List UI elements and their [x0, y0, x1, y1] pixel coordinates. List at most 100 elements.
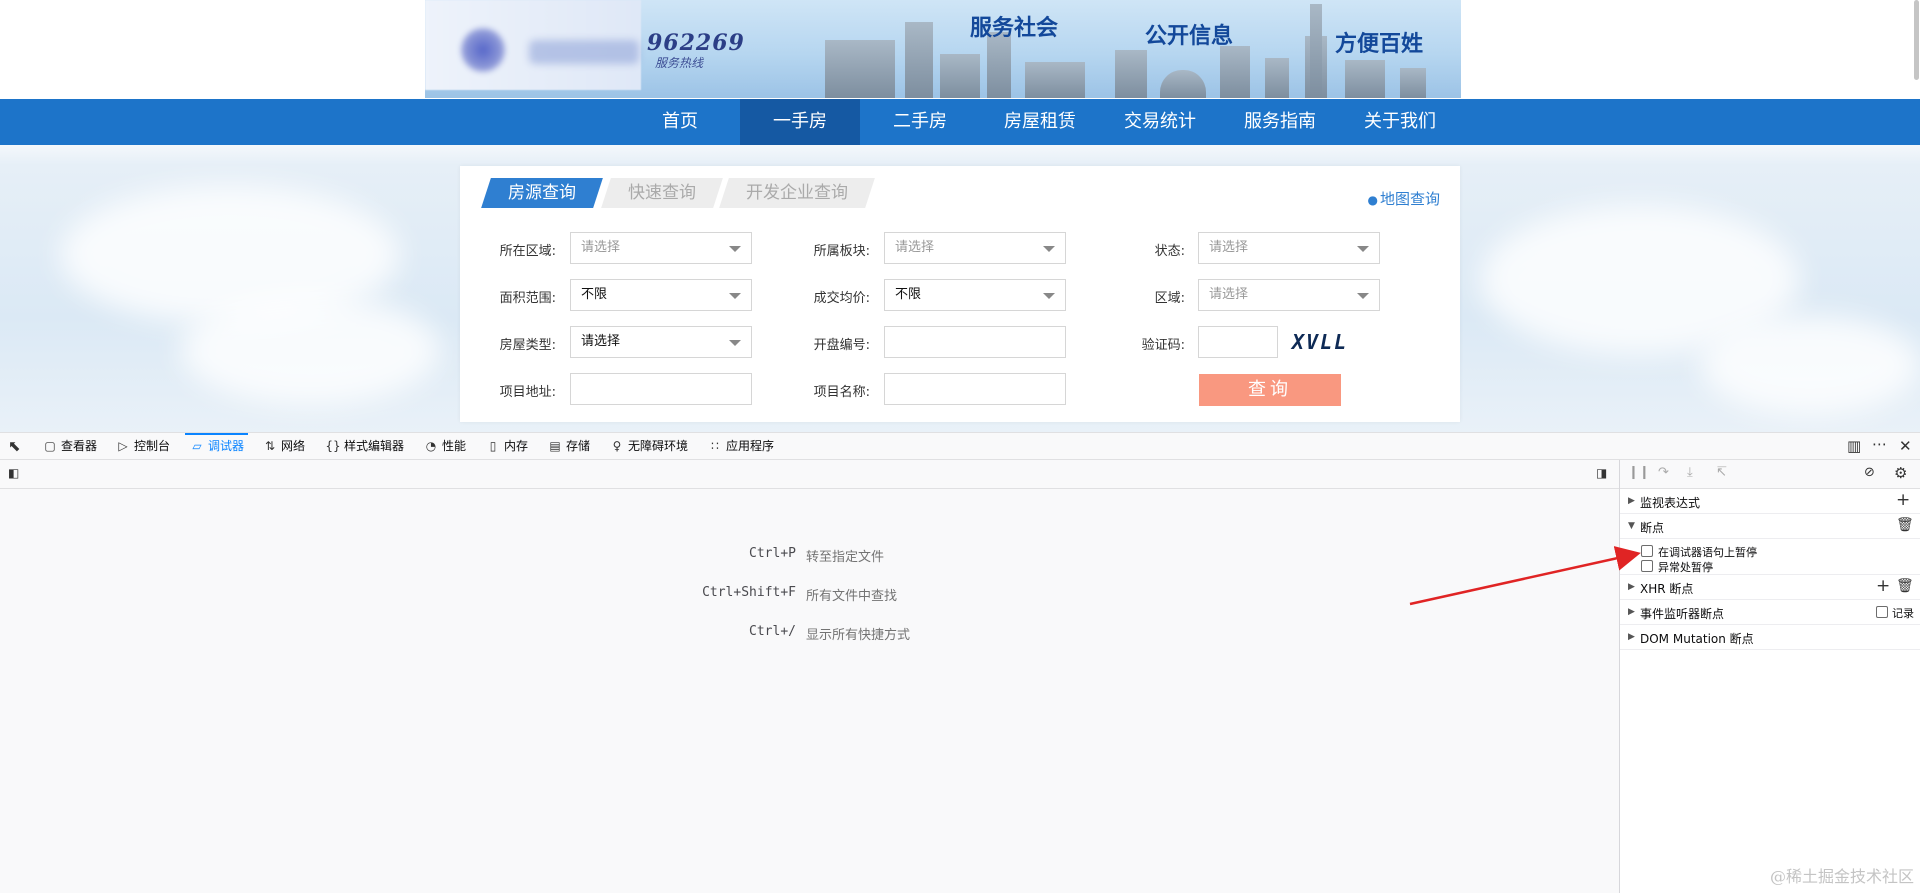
memory-icon: ▯	[489, 439, 497, 453]
expand-icon: ▶	[1628, 496, 1635, 506]
block-select[interactable]: 请选择	[884, 232, 1066, 264]
nav-resale[interactable]: 二手房	[860, 99, 980, 145]
page-scrollbar[interactable]	[1914, 0, 1919, 80]
project-name-input[interactable]	[884, 373, 1066, 405]
collapse-icon: ▼	[1628, 521, 1635, 531]
devtools-tab-style-editor[interactable]: {} 样式编辑器	[325, 433, 404, 460]
tab-developer-search[interactable]: 开发企业查询	[719, 178, 875, 208]
block-label: 所属板块:	[813, 244, 870, 259]
step-in-icon[interactable]: ⤓	[1687, 465, 1693, 480]
district-label: 所在区域:	[499, 244, 556, 259]
nav-about[interactable]: 关于我们	[1340, 99, 1460, 145]
watch-expressions-section[interactable]: ▶ 监视表达式 +	[1620, 489, 1920, 514]
more-options-icon[interactable]: ⋯	[1872, 435, 1887, 453]
performance-icon: ◔	[425, 439, 437, 453]
nav-statistics[interactable]: 交易统计	[1100, 99, 1220, 145]
captcha-label: 验证码:	[1141, 338, 1185, 353]
address-input[interactable]	[570, 373, 752, 405]
captcha-image[interactable]: XVLL	[1292, 330, 1348, 354]
breakpoints-section[interactable]: ▼ 断点 🗑	[1620, 514, 1920, 539]
devtools-tab-console[interactable]: ▷ 控制台	[115, 433, 170, 460]
hotline-number: 962269	[647, 30, 745, 56]
devtools-tab-accessibility[interactable]: ♀ 无障碍环境	[609, 433, 688, 460]
nav-guide[interactable]: 服务指南	[1220, 99, 1340, 145]
region-select[interactable]: 请选择	[1198, 279, 1380, 311]
style-editor-icon: {}	[325, 439, 341, 453]
step-out-icon[interactable]: ↸	[1716, 465, 1727, 480]
expand-icon: ▶	[1628, 607, 1635, 617]
devtools-toolbar: ⬉ ▢ 查看器 ▷ 控制台 ▱ 调试器 ⇅ 网络 {} 样式编辑器 ◔ 性能 ▯ 内存 ▤ 存储…	[0, 432, 1920, 460]
query-button[interactable]: 查询	[1199, 374, 1341, 406]
settings-gear-icon[interactable]: ⚙	[1894, 464, 1907, 482]
site-banner: 962269 服务热线 服务社会 公开信息 方便百姓	[0, 0, 1920, 98]
area-label: 面积范围:	[499, 291, 556, 306]
chevron-down-icon	[1043, 293, 1055, 299]
pause-icon[interactable]: ❙❙	[1628, 465, 1650, 480]
license-input[interactable]	[884, 326, 1066, 358]
devtools-tab-network[interactable]: ⇅ 网络	[262, 433, 305, 460]
devtools-tab-memory[interactable]: ▯ 内存	[485, 433, 528, 460]
captcha-input[interactable]	[1198, 326, 1278, 358]
house-type-select[interactable]: 请选择	[570, 326, 752, 358]
map-search-link[interactable]: ● 地图查询	[1368, 188, 1441, 209]
storage-icon: ▤	[549, 439, 561, 453]
shortcut-key: Ctrl+P	[749, 546, 796, 561]
pause-on-exceptions-label: 异常处暂停	[1658, 561, 1713, 574]
debugger-editor-area: Ctrl+P 转至指定文件 Ctrl+Shift+F 所有文件中查找 Ctrl+…	[0, 489, 1619, 893]
shortcut-key: Ctrl+/	[749, 624, 796, 639]
devtools-tab-storage[interactable]: ▤ 存储	[547, 433, 590, 460]
step-over-icon[interactable]: ↷	[1658, 465, 1669, 480]
add-watch-icon[interactable]: +	[1896, 490, 1910, 510]
dock-side-icon[interactable]: ▥	[1847, 437, 1861, 455]
add-xhr-breakpoint-icon[interactable]: +	[1876, 576, 1890, 596]
nav-new-homes[interactable]: 一手房	[740, 99, 860, 145]
accessibility-icon: ♀	[612, 439, 622, 453]
project-name-label: 项目名称:	[813, 385, 870, 400]
nav-rental[interactable]: 房屋租赁	[980, 99, 1100, 145]
tab-quick-search[interactable]: 快速查询	[601, 178, 723, 208]
toggle-sidebar-icon[interactable]: ◨	[1596, 466, 1607, 480]
expand-icon: ▶	[1628, 582, 1635, 592]
pause-on-exceptions-checkbox[interactable]	[1641, 560, 1653, 572]
chevron-down-icon	[729, 340, 741, 346]
type-label: 房屋类型:	[499, 338, 556, 353]
expand-icon: ▶	[1628, 632, 1635, 642]
devtools-tab-debugger[interactable]: ▱ 调试器	[184, 433, 249, 460]
license-label: 开盘编号:	[813, 338, 870, 353]
trash-icon[interactable]: 🗑	[1896, 517, 1914, 533]
price-select[interactable]: 不限	[884, 279, 1066, 311]
network-icon: ⇅	[264, 439, 276, 453]
nav-home[interactable]: 首页	[620, 99, 740, 145]
chevron-down-icon	[729, 246, 741, 252]
devtools-tab-performance[interactable]: ◔ 性能	[423, 433, 466, 460]
dom-mutation-breakpoints-section[interactable]: ▶ DOM Mutation 断点	[1620, 625, 1920, 650]
toggle-sources-icon[interactable]: ◧	[8, 466, 19, 480]
application-icon: ∷	[711, 439, 719, 453]
tab-listing-search[interactable]: 房源查询	[481, 178, 603, 208]
area-select[interactable]: 不限	[570, 279, 752, 311]
event-listener-breakpoints-section[interactable]: ▶ 事件监听器断点 记录	[1620, 600, 1920, 625]
shortcut-description[interactable]: 所有文件中查找	[806, 585, 897, 604]
log-events-checkbox[interactable]	[1876, 606, 1888, 618]
status-select[interactable]: 请选择	[1198, 232, 1380, 264]
chevron-down-icon	[1043, 246, 1055, 252]
pause-on-debugger-checkbox[interactable]	[1641, 545, 1653, 557]
shortcut-description[interactable]: 转至指定文件	[806, 546, 884, 565]
deactivate-breakpoints-icon[interactable]: ⊘	[1864, 465, 1875, 480]
shortcut-description[interactable]: 显示所有快捷方式	[806, 624, 910, 643]
devtools-tab-inspector[interactable]: ▢ 查看器	[42, 433, 97, 460]
slogan-1: 服务社会	[970, 15, 1059, 41]
xhr-breakpoints-section[interactable]: ▶ XHR 断点 + 🗑	[1620, 575, 1920, 600]
devtools-tab-application[interactable]: ∷ 应用程序	[707, 433, 774, 460]
trash-icon[interactable]: 🗑	[1896, 578, 1914, 594]
debugger-icon: ▱	[192, 439, 202, 453]
pause-on-debugger-label: 在调试器语句上暂停	[1658, 546, 1757, 559]
element-picker-icon[interactable]: ⬉	[8, 437, 21, 455]
site-logo	[461, 28, 505, 72]
inspector-icon: ▢	[44, 439, 56, 453]
breakpoint-options: 在调试器语句上暂停 异常处暂停	[1620, 539, 1920, 575]
close-devtools-icon[interactable]: ✕	[1899, 437, 1912, 455]
region-label: 区域:	[1154, 291, 1185, 306]
district-select[interactable]: 请选择	[570, 232, 752, 264]
watermark: @稀土掘金技术社区	[1769, 867, 1914, 886]
